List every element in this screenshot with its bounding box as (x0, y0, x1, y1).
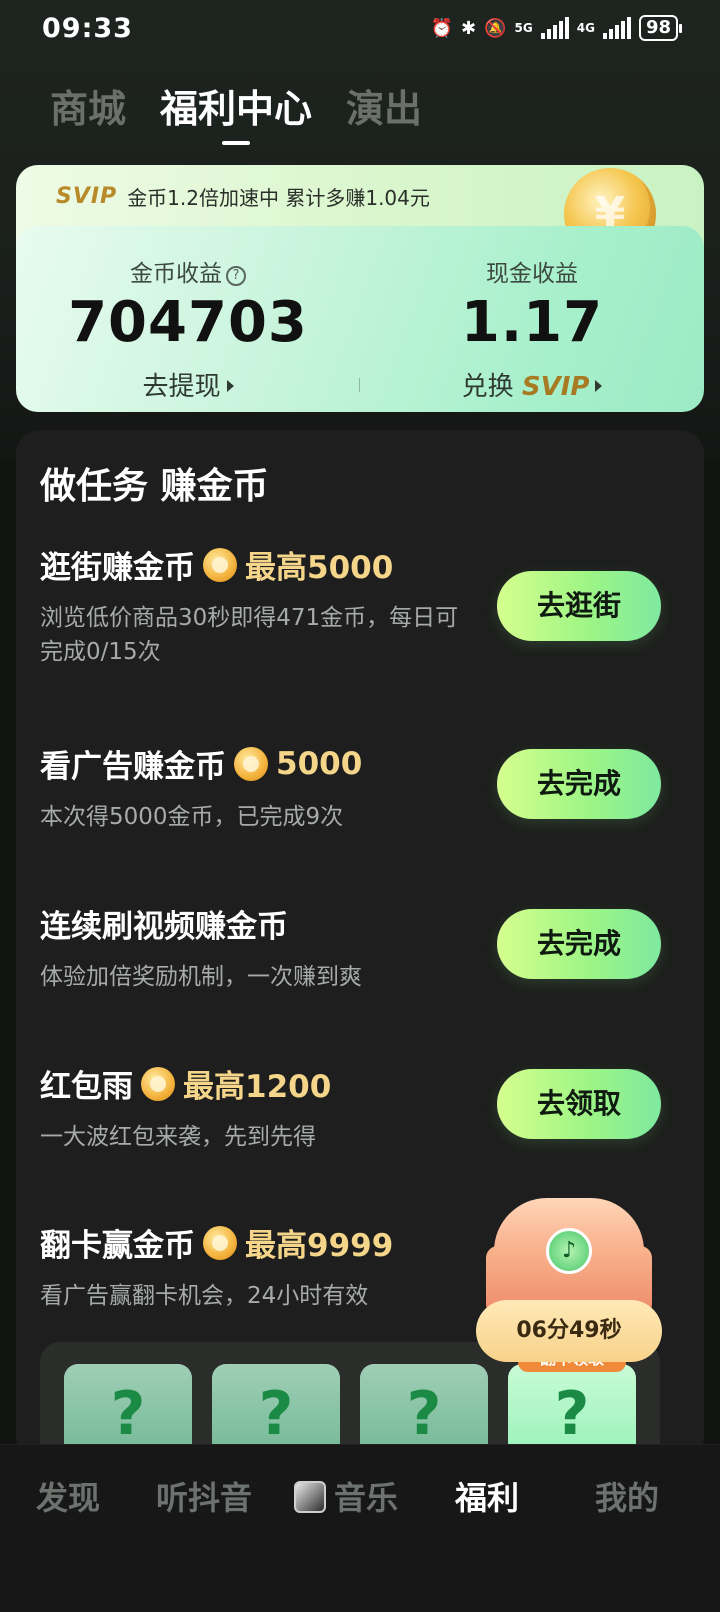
mute-icon: 🔕 (484, 17, 507, 39)
task-button[interactable]: 去逛街 (497, 571, 661, 641)
nav-me[interactable]: 我的 (595, 1473, 659, 1519)
task-reward: 5000 (276, 745, 363, 782)
coin-earnings: 金币收益? 704703 去提现 (16, 226, 360, 412)
network-4g-label: 4G (576, 21, 595, 35)
status-time: 09:33 (42, 12, 133, 44)
task-reward: 最高9999 (245, 1228, 394, 1264)
flip-card[interactable]: ? (64, 1364, 192, 1452)
top-tabs: 商城 福利中心 演出 (50, 78, 422, 133)
task-desc: 一大波红包来袭，先到先得 (40, 1124, 316, 1150)
coin-icon (203, 1225, 237, 1260)
nav-welfare[interactable]: 福利 (455, 1473, 519, 1519)
status-bar: 09:33 ⏰ ✱ 🔕 5G 4G 98 (0, 0, 720, 56)
task-reward: 最高5000 (245, 550, 394, 586)
bottom-nav: 发现 听抖音 音乐 福利 我的 (0, 1444, 720, 1612)
task-title: 看广告赚金币 (40, 749, 226, 785)
task-title: 连续刷视频赚金币 (40, 909, 288, 945)
bluetooth-icon: ✱ (461, 17, 477, 39)
network-5g-label: 5G (514, 21, 533, 35)
help-icon[interactable]: ? (226, 266, 246, 286)
task-button[interactable]: 去领取 (497, 1069, 661, 1139)
task-title: 红包雨 (40, 1069, 133, 1105)
status-icons: ⏰ ✱ 🔕 5G 4G 98 (430, 15, 683, 41)
flip-card[interactable]: ? (212, 1364, 340, 1452)
signal-icon (540, 17, 569, 39)
task-desc: 看广告赢翻卡机会，24小时有效 (40, 1283, 369, 1309)
tasks-title: 做任务 赚金币 (40, 466, 269, 507)
earnings-card: 金币收益? 704703 去提现 现金收益 1.17 兑换 SVIP (16, 226, 704, 412)
coin-earnings-value: 704703 (68, 290, 308, 355)
task-reward: 最高1200 (183, 1069, 332, 1105)
task-button[interactable]: 去完成 (497, 909, 661, 979)
cash-earnings: 现金收益 1.17 兑换 SVIP (360, 226, 704, 412)
nav-music[interactable]: 音乐 (294, 1473, 398, 1519)
alarm-icon: ⏰ (430, 17, 454, 39)
svip-banner-content: SVIP 金币1.2倍加速中 累计多赚1.04元 (56, 182, 430, 211)
music-cover-icon (294, 1481, 326, 1513)
nav-discover[interactable]: 发现 (36, 1473, 100, 1519)
coin-icon (203, 547, 237, 582)
svip-tag: SVIP (56, 184, 118, 209)
task-desc: 浏览低价商品30秒即得471金币，每日可完成0/15次 (40, 605, 459, 665)
task-title: 逛街赚金币 (40, 550, 195, 586)
battery-icon: 98 (638, 15, 683, 41)
flip-card[interactable]: ? (360, 1364, 488, 1452)
tab-shows[interactable]: 演出 (346, 78, 422, 133)
flip-card[interactable]: ? (508, 1364, 636, 1452)
music-note-icon: ♪ (546, 1228, 592, 1274)
arrow-right-icon (226, 380, 234, 392)
coin-icon (141, 1066, 175, 1101)
exchange-svip-link[interactable]: 兑换 SVIP (360, 366, 704, 403)
coin-earnings-label: 金币收益? (16, 254, 360, 288)
task-desc: 本次得5000金币，已完成9次 (40, 804, 344, 830)
task-button[interactable]: 去完成 (497, 749, 661, 819)
task-title: 翻卡赢金币 (40, 1228, 195, 1264)
signal-icon (602, 17, 631, 39)
cash-earnings-value: 1.17 (460, 290, 604, 355)
nav-listen-douyin[interactable]: 听抖音 (156, 1473, 252, 1519)
tab-welfare-center[interactable]: 福利中心 (160, 78, 312, 133)
arrow-right-icon (595, 380, 603, 392)
chest-timer[interactable]: 06分49秒 (476, 1300, 662, 1362)
coin-icon (234, 746, 268, 781)
cash-earnings-label: 现金收益 (486, 261, 578, 287)
withdraw-link[interactable]: 去提现 (16, 366, 360, 403)
tab-mall[interactable]: 商城 (50, 78, 126, 133)
svip-banner-text: 金币1.2倍加速中 累计多赚1.04元 (127, 186, 430, 210)
task-desc: 体验加倍奖励机制，一次赚到爽 (40, 964, 362, 990)
